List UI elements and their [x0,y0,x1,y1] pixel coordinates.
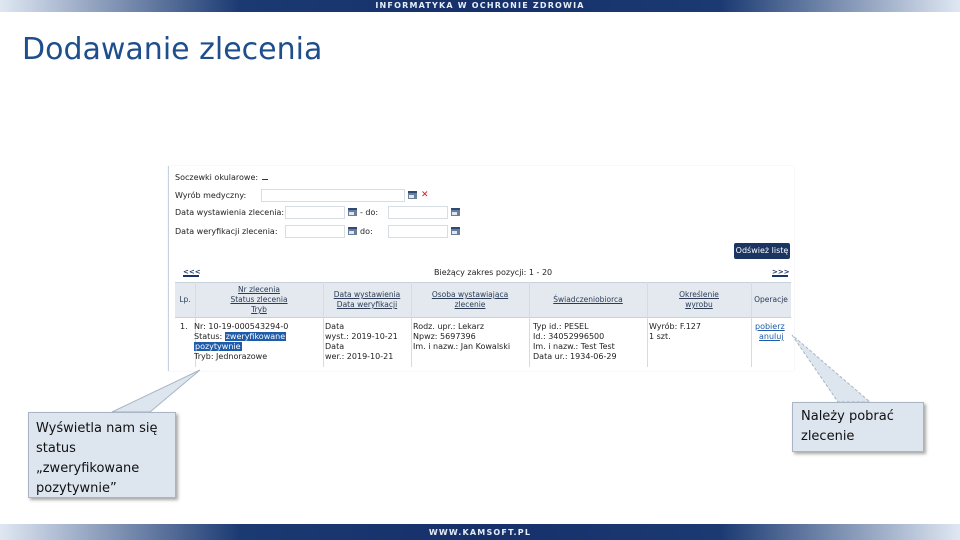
bottom-banner-text: WWW.KAMSOFT.PL [428,528,532,537]
pager-range: Bieżący zakres pozycji: 1 - 20 [434,268,553,277]
data-weryfikacji-to-input[interactable] [388,224,448,238]
column-divider [529,282,530,367]
refresh-list-button[interactable]: Odśwież listę [734,243,790,259]
callout-pobierz: Należy pobrać zlecenie [792,402,924,452]
status-highlight: pozytywnie [194,342,242,351]
slide-title: Dodawanie zlecenia [22,32,323,67]
right-callout-pointer [791,334,872,403]
pager-prev-icon[interactable]: <<< [183,269,201,277]
calendar-icon[interactable] [348,227,357,235]
orders-table: Lp. Nr zlecenia Status zlecenia Tryb Dat… [175,282,791,367]
wyrob-row: Wyrób medyczny: ✕ [175,188,429,202]
row-tryb: Tryb: Jednorazowe [194,352,268,361]
row-data-cell: Data wyst.: 2019-10-21 Data wer.: 2019-1… [325,322,398,361]
do-label: do: [360,226,373,236]
header-nr-zlecenia[interactable]: Nr zlecenia Status zlecenia Tryb [195,283,323,317]
wyrob-label: Wyrób medyczny: [175,190,247,200]
calendar-icon[interactable] [451,208,460,216]
soczewki-label: Soczewki okularowe: [175,172,259,182]
header-swiadczeniobiorca[interactable]: Świadczeniobiorca [529,283,647,317]
data-wystawienia-label: Data wystawienia zlecenia: [175,207,285,217]
table-header: Lp. Nr zlecenia Status zlecenia Tryb Dat… [175,282,791,318]
status-highlight: zweryfikowane [224,332,287,341]
pobierz-link[interactable]: pobierz [755,322,785,332]
data-wystawienia-to-input[interactable] [388,205,448,219]
header-okreslenie-wyrobu[interactable]: Określenie wyrobu [647,283,751,317]
data-weryfikacji-from-input[interactable] [285,224,345,238]
wyrob-input[interactable] [261,188,405,202]
header-operacje: Operacje [754,295,788,304]
row-status: Status: zweryfikowane [194,332,287,341]
row-osoba-cell: Rodz. upr.: Lekarz Npwz: 5697396 Im. i n… [413,322,511,351]
header-osoba[interactable]: Osoba wystawiająca zlecenie [411,283,529,317]
do-label: - do: [360,207,379,217]
header-lp: Lp. [179,295,191,304]
data-weryfikacji-row: Data weryfikacji zlecenia: do: [175,224,463,238]
data-weryfikacji-label: Data weryfikacji zlecenia: [175,226,278,236]
row-swiadczeniobiorca-cell: Typ id.: PESEL Id.: 34052996500 Im. i na… [533,322,617,361]
soczewki-checkbox[interactable] [262,174,269,180]
anuluj-link[interactable]: anuluj [759,332,785,342]
row-wyrob-cell: Wyrób: F.127 1 szt. [649,322,701,341]
clear-icon[interactable]: ✕ [421,190,429,200]
calendar-icon[interactable] [348,208,357,216]
list-icon[interactable] [408,191,417,199]
data-wystawienia-row: Data wystawienia zlecenia: - do: [175,205,463,219]
row-lp: 1. [180,322,188,331]
column-divider [411,282,412,367]
callout-status: Wyświetla nam się status „zweryfikowane … [28,412,176,498]
top-banner-text: INFORMATYKA W OCHRONIE ZDROWIA [375,1,585,10]
row-status-cont: pozytywnie [194,342,288,352]
slide: INFORMATYKA W OCHRONIE ZDROWIA Dodawanie… [0,0,960,540]
row-nr-cell: Nr: 10-19-000543294-0 Status: zweryfikow… [194,322,288,362]
left-callout-pointer [111,369,201,413]
calendar-icon[interactable] [451,227,460,235]
row-nr: Nr: 10-19-000543294-0 [194,322,289,331]
pager-next-icon[interactable]: >>> [772,269,790,277]
row-operacje-cell: pobierz anuluj [755,322,785,342]
column-divider [323,282,324,367]
soczewki-row: Soczewki okularowe: [175,170,269,184]
column-divider [751,282,752,367]
app-screenshot: Soczewki okularowe: Wyrób medyczny: ✕ Da… [168,166,794,371]
header-data[interactable]: Data wystawienia Data weryfikacji [323,283,411,317]
data-wystawienia-from-input[interactable] [285,205,345,219]
column-divider [647,282,648,367]
